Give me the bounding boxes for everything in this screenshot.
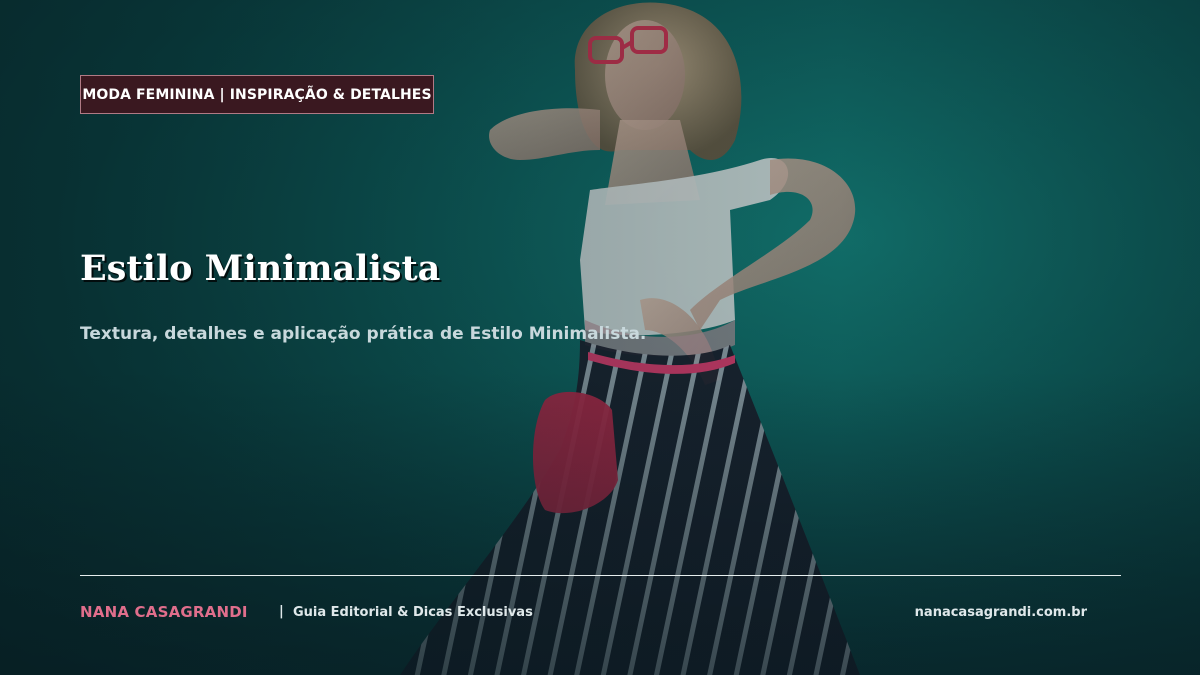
footer-separator: | [279, 604, 284, 619]
brand-name: NANA CASAGRANDI [80, 603, 248, 621]
page-title: Estilo Minimalista [80, 248, 441, 289]
hero-banner: MODA FEMININA | INSPIRAÇÃO & DETALHES Es… [0, 0, 1200, 675]
footer-tagline: Guia Editorial & Dicas Exclusivas [293, 605, 533, 620]
footer-divider [80, 575, 1121, 576]
website-link[interactable]: nanacasagrandi.com.br [915, 605, 1087, 620]
category-badge: MODA FEMININA | INSPIRAÇÃO & DETALHES [80, 75, 434, 114]
page-subtitle: Textura, detalhes e aplicação prática de… [80, 324, 647, 344]
